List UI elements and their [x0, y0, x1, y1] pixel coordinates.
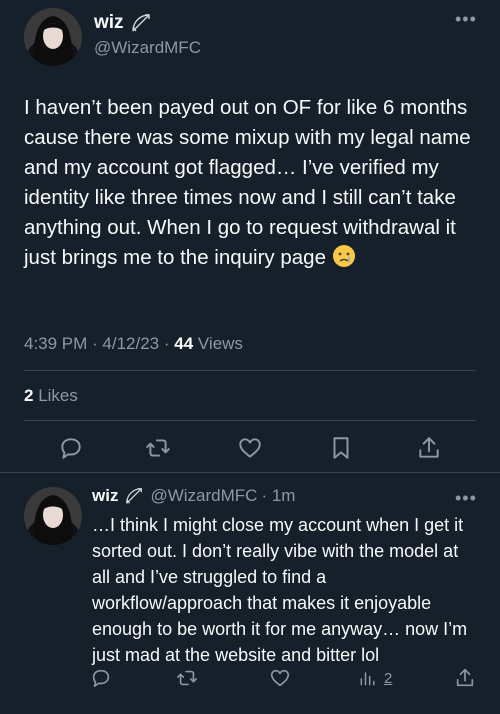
display-name[interactable]: wiz [94, 12, 124, 34]
likes-link[interactable]: 2 Likes [24, 386, 78, 406]
reply-reply-icon[interactable] [90, 667, 112, 689]
reply-header: wiz @WizardMFC · 1m [92, 486, 295, 506]
bow-arrow-icon [130, 12, 152, 34]
reply-icon[interactable] [58, 435, 84, 461]
retweet-icon[interactable] [145, 435, 171, 461]
reply-share-icon[interactable] [454, 667, 476, 689]
more-icon[interactable]: ••• [455, 10, 477, 28]
like-icon[interactable] [237, 435, 263, 461]
views-icon [358, 668, 378, 688]
bow-arrow-icon [124, 486, 144, 506]
reply-text: …I think I might close my account when I… [92, 515, 468, 665]
reply-more-icon[interactable]: ••• [455, 489, 477, 507]
likes-label: Likes [33, 386, 78, 405]
reply-like-icon[interactable] [269, 667, 291, 689]
reply-avatar[interactable] [24, 487, 82, 545]
share-icon[interactable] [416, 435, 442, 461]
avatar[interactable] [24, 8, 82, 66]
tweet-meta: 4:39 PM · 4/12/23 · 44 Views [24, 334, 243, 354]
reply-display-name[interactable]: wiz [92, 486, 118, 506]
reply-views-count: 2 [384, 669, 393, 687]
timestamp[interactable]: 4:39 PM · 4/12/23 · [24, 334, 174, 353]
reply-views[interactable]: 2 [358, 668, 392, 688]
views-label: Views [193, 334, 243, 353]
reply-time[interactable]: · 1m [261, 486, 295, 506]
tweet-text: I haven’t been payed out on OF for like … [24, 96, 471, 269]
views-count: 44 [174, 334, 194, 353]
bookmark-icon[interactable] [328, 435, 354, 461]
handle[interactable]: @WizardMFC [94, 38, 201, 58]
crying-face-emoji [332, 244, 356, 268]
reply-handle[interactable]: @WizardMFC [150, 486, 257, 506]
reply-retweet-icon[interactable] [176, 667, 198, 689]
